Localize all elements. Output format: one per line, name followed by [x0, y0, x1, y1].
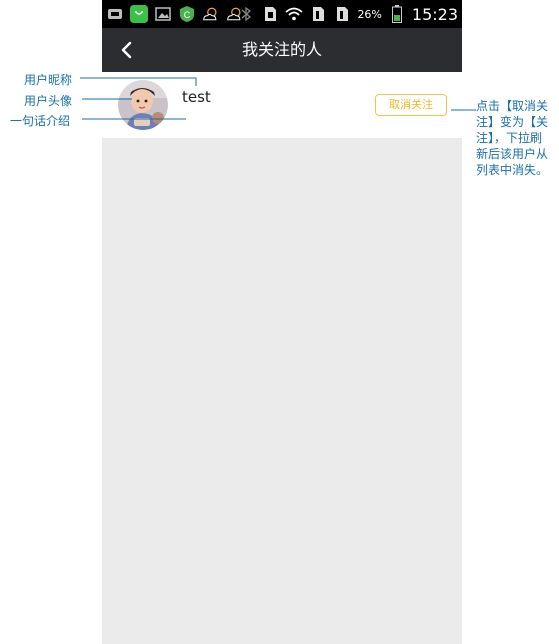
- annotation-avatar: 用户头像: [24, 94, 73, 108]
- title-bar: 我关注的人: [102, 28, 462, 72]
- battery-percent: 26%: [357, 7, 382, 21]
- weather-sun-cloud-icon: [202, 5, 220, 23]
- annotation-unfollow-note: 点击【取消关注】变为【关注】，下拉刷新后该用户从列表中消失。: [476, 99, 549, 177]
- avatar[interactable]: [118, 80, 168, 130]
- annotation-nickname: 用户昵称: [24, 73, 73, 87]
- wifi-icon: [285, 5, 304, 23]
- annotation-bio: 一句话介绍: [10, 114, 71, 128]
- screen: C 26% 15:23 我关注的人 test 取消关注 用户昵称 用户头像 一句…: [0, 0, 559, 644]
- battery-icon: [388, 5, 406, 23]
- unfollow-button[interactable]: 取消关注: [375, 94, 447, 116]
- user-nickname: test: [182, 88, 211, 106]
- list-item[interactable]: test 取消关注: [102, 72, 462, 138]
- status-bar: C 26% 15:23: [102, 0, 462, 28]
- clock: 15:23: [411, 4, 458, 24]
- usb-icon: [106, 5, 124, 23]
- status-bar-notifications: C: [106, 3, 244, 25]
- status-bar-system: 26% 15:23: [237, 3, 458, 25]
- security-shield-icon: C: [178, 5, 196, 23]
- bluetooth-icon: [237, 5, 255, 23]
- sim-icon: [261, 5, 279, 23]
- signal-icon: [309, 5, 327, 23]
- image-icon: [154, 5, 172, 23]
- signal-icon: [333, 5, 351, 23]
- shopping-bag-icon: [130, 5, 148, 23]
- phone-screen: C 26% 15:23 我关注的人 test 取消关注: [102, 0, 462, 644]
- page-title: 我关注的人: [241, 40, 322, 59]
- svg-text:C: C: [184, 10, 191, 20]
